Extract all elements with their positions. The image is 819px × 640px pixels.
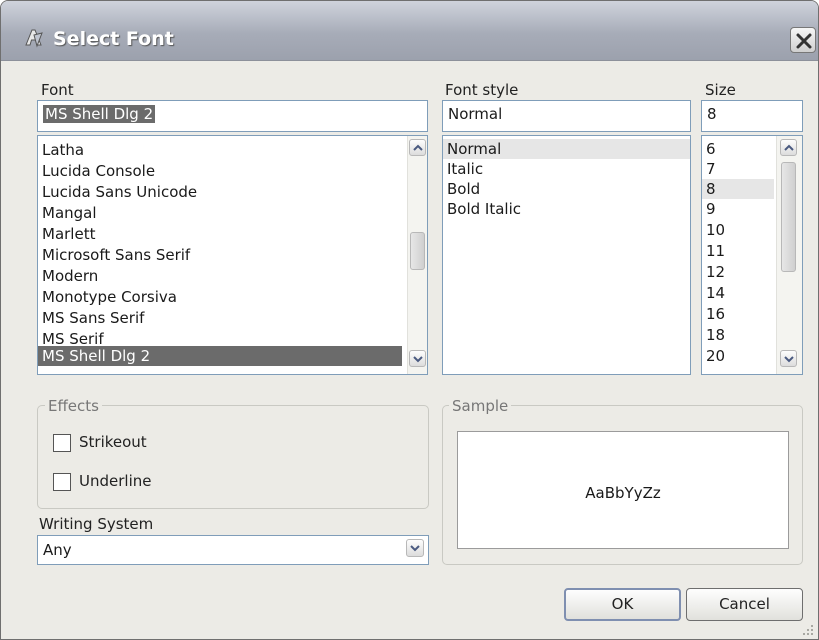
list-item[interactable]: 10 xyxy=(702,220,774,240)
list-item-selected[interactable]: Normal xyxy=(443,139,690,159)
chevron-down-icon xyxy=(413,356,423,363)
ok-button[interactable]: OK xyxy=(564,588,681,621)
list-item[interactable]: 20 xyxy=(702,346,774,366)
list-item[interactable]: 11 xyxy=(702,241,774,261)
close-icon xyxy=(796,33,812,49)
font-style-label: Font style xyxy=(445,81,519,99)
size-label: Size xyxy=(705,81,736,99)
list-item[interactable]: 12 xyxy=(702,262,774,282)
list-item[interactable]: MS Sans Serif xyxy=(38,308,402,328)
list-item[interactable]: Lucida Sans Unicode xyxy=(38,182,402,202)
font-listbox[interactable]: Latha Lucida Console Lucida Sans Unicode… xyxy=(37,135,428,375)
scroll-thumb[interactable] xyxy=(410,232,425,270)
sample-text: AaBbYyZz xyxy=(585,484,661,502)
font-label: Font xyxy=(41,81,74,99)
scroll-down-button[interactable] xyxy=(409,350,426,367)
list-item[interactable]: 9 xyxy=(702,199,774,219)
dropdown-button[interactable] xyxy=(406,539,424,557)
effects-group xyxy=(37,405,429,509)
list-item[interactable]: 6 xyxy=(702,139,774,159)
strikeout-label[interactable]: Strikeout xyxy=(79,433,147,451)
list-item[interactable]: Bold xyxy=(443,179,690,199)
font-list-scrollbar[interactable] xyxy=(407,136,427,374)
list-item[interactable]: 14 xyxy=(702,283,774,303)
title-bar[interactable]: Select Font xyxy=(1,1,818,61)
list-item[interactable]: Modern xyxy=(38,266,402,286)
size-input[interactable]: 8 xyxy=(701,100,803,132)
list-item-selected[interactable]: 8 xyxy=(702,179,774,199)
font-input[interactable]: MS Shell Dlg 2 xyxy=(37,100,428,132)
resize-grip-icon[interactable] xyxy=(801,623,815,637)
list-item[interactable]: Bold Italic xyxy=(443,199,690,219)
scroll-thumb[interactable] xyxy=(781,162,796,272)
list-item[interactable]: Italic xyxy=(443,159,690,179)
list-item[interactable]: Lucida Console xyxy=(38,161,402,181)
writing-system-label: Writing System xyxy=(39,515,154,533)
list-item[interactable]: 7 xyxy=(702,159,774,179)
select-font-dialog: Select Font Font MS Shell Dlg 2 Latha Lu… xyxy=(0,0,819,640)
writing-system-value: Any xyxy=(43,541,72,559)
writing-system-select[interactable]: Any xyxy=(37,535,429,565)
size-listbox[interactable]: 6 7 8 9 10 11 12 14 16 18 20 xyxy=(701,135,803,375)
list-item[interactable]: Latha xyxy=(38,140,402,160)
strikeout-checkbox[interactable] xyxy=(53,434,71,452)
list-item[interactable]: Marlett xyxy=(38,224,402,244)
chevron-down-icon xyxy=(410,545,420,552)
dialog-title: Select Font xyxy=(53,28,174,50)
list-item[interactable]: Mangal xyxy=(38,203,402,223)
list-item-selected[interactable]: MS Shell Dlg 2 xyxy=(38,346,402,366)
scroll-up-button[interactable] xyxy=(780,139,797,156)
font-style-listbox[interactable]: Normal Italic Bold Bold Italic xyxy=(442,135,691,375)
size-list-scrollbar[interactable] xyxy=(776,136,802,374)
list-item[interactable]: Monotype Corsiva xyxy=(38,287,402,307)
list-item[interactable]: 18 xyxy=(702,325,774,345)
list-item[interactable]: Microsoft Sans Serif xyxy=(38,245,402,265)
sample-group-title: Sample xyxy=(449,397,512,415)
chevron-up-icon xyxy=(784,144,794,151)
scroll-up-button[interactable] xyxy=(409,139,426,156)
chevron-down-icon xyxy=(784,356,794,363)
sample-preview: AaBbYyZz xyxy=(457,431,789,549)
font-input-value: MS Shell Dlg 2 xyxy=(43,105,156,123)
chevron-up-icon xyxy=(413,144,423,151)
underline-checkbox[interactable] xyxy=(53,473,71,491)
font-style-input[interactable]: Normal xyxy=(442,100,691,132)
list-item[interactable]: 16 xyxy=(702,304,774,324)
scroll-down-button[interactable] xyxy=(780,350,797,367)
close-button[interactable] xyxy=(790,27,816,53)
underline-label[interactable]: Underline xyxy=(79,472,151,490)
effects-group-title: Effects xyxy=(45,397,102,415)
font-app-icon xyxy=(23,27,45,49)
cancel-button[interactable]: Cancel xyxy=(686,588,803,621)
